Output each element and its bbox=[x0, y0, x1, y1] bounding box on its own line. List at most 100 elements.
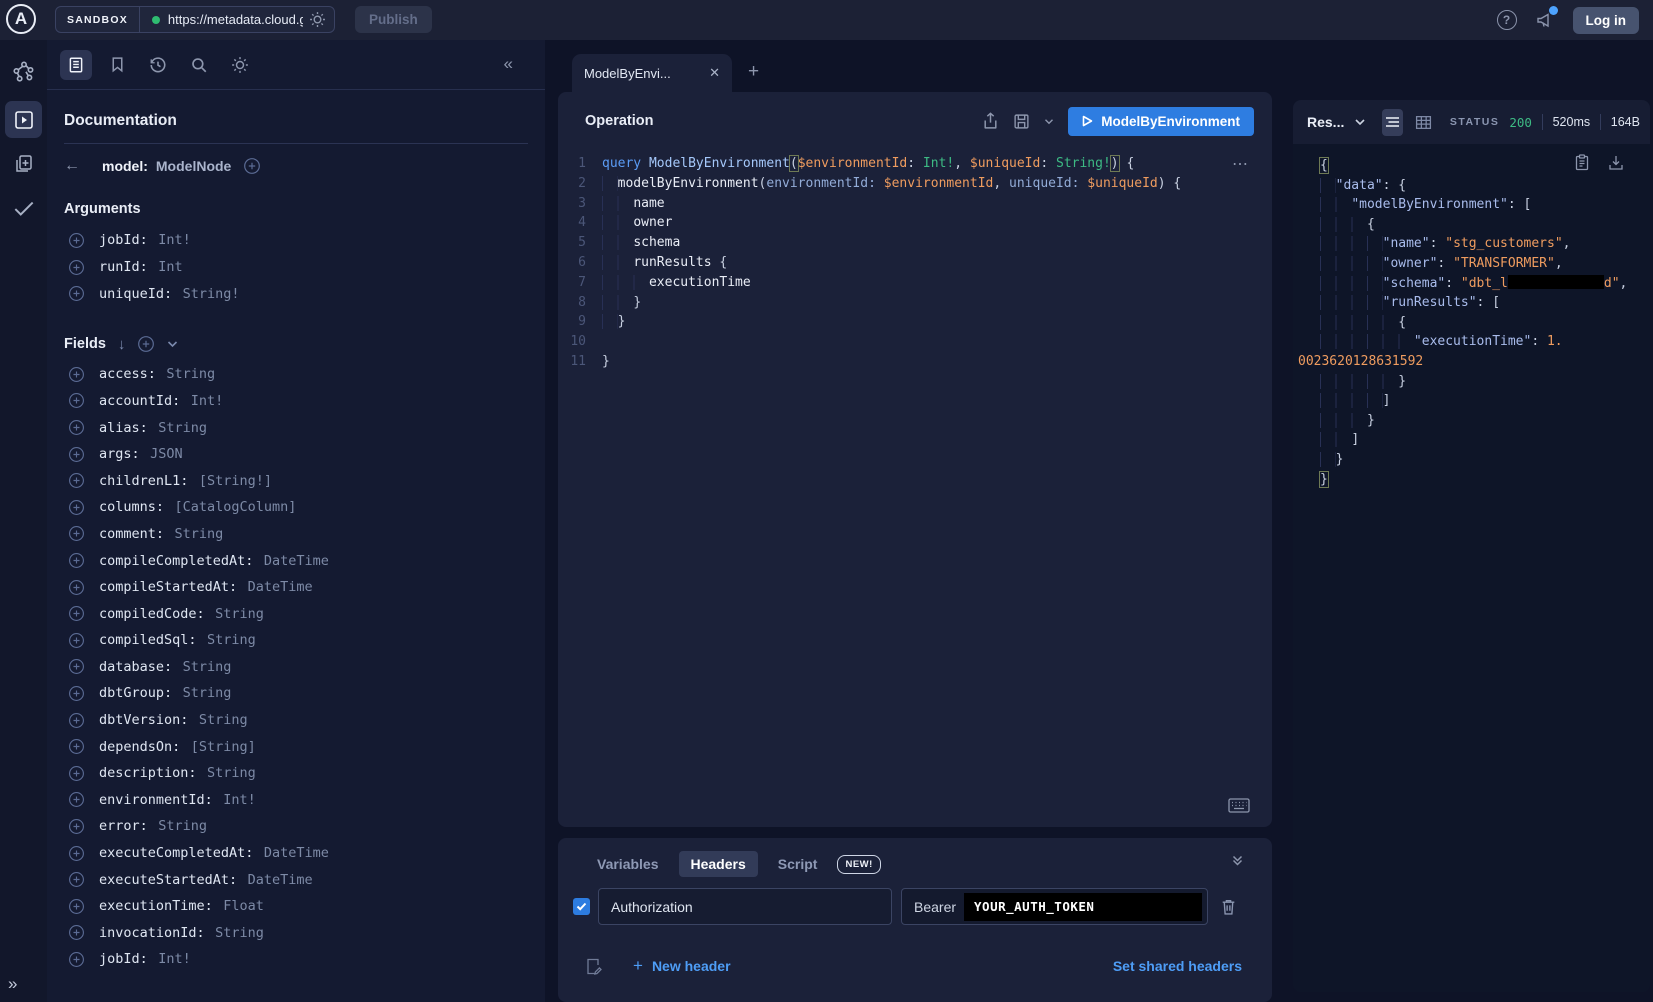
field-row[interactable]: database: String bbox=[64, 654, 528, 681]
add-to-query-icon[interactable] bbox=[68, 472, 85, 489]
field-row[interactable]: compileCompletedAt: DateTime bbox=[64, 547, 528, 574]
save-operation-icon[interactable] bbox=[1013, 113, 1030, 130]
tab-variables[interactable]: Variables bbox=[585, 851, 671, 877]
explorer-icon[interactable] bbox=[5, 101, 42, 138]
add-to-query-icon[interactable] bbox=[68, 924, 85, 941]
table-view-toggle-icon[interactable] bbox=[1415, 114, 1432, 131]
delete-header-icon[interactable] bbox=[1220, 898, 1237, 916]
field-row[interactable]: dbtGroup: String bbox=[64, 680, 528, 707]
login-button[interactable]: Log in bbox=[1573, 7, 1640, 34]
add-to-query-icon[interactable] bbox=[68, 791, 85, 808]
header-value-field[interactable]: Bearer YOUR_AUTH_TOKEN bbox=[901, 888, 1208, 925]
set-shared-headers-link[interactable]: Set shared headers bbox=[1113, 958, 1242, 974]
field-row[interactable]: compileStartedAt: DateTime bbox=[64, 574, 528, 601]
run-operation-button[interactable]: ModelByEnvironment bbox=[1068, 107, 1254, 136]
field-row[interactable]: environmentId: Int! bbox=[64, 787, 528, 814]
add-to-query-icon[interactable] bbox=[68, 685, 85, 702]
field-row[interactable]: columns: [CatalogColumn] bbox=[64, 494, 528, 521]
graph-icon[interactable] bbox=[11, 58, 37, 84]
add-fields-icon[interactable] bbox=[137, 335, 155, 353]
add-all-fields-icon[interactable] bbox=[243, 157, 261, 175]
field-row[interactable]: executeStartedAt: DateTime bbox=[64, 866, 528, 893]
field-row[interactable]: invocationId: String bbox=[64, 920, 528, 947]
field-row[interactable]: dependsOn: [String] bbox=[64, 733, 528, 760]
collapse-docs-icon[interactable]: « bbox=[504, 54, 513, 74]
add-to-query-icon[interactable] bbox=[68, 285, 85, 302]
download-response-icon[interactable] bbox=[1608, 154, 1624, 172]
add-to-query-icon[interactable] bbox=[68, 259, 85, 276]
tab-script[interactable]: Script bbox=[766, 851, 830, 877]
announcements-icon[interactable] bbox=[1535, 10, 1555, 30]
add-to-query-icon[interactable] bbox=[68, 632, 85, 649]
add-to-query-icon[interactable] bbox=[68, 419, 85, 436]
history-tab-icon[interactable] bbox=[142, 50, 174, 80]
field-row[interactable]: description: String bbox=[64, 760, 528, 787]
argument-row[interactable]: jobId: Int! bbox=[64, 227, 528, 254]
keyboard-shortcuts-icon[interactable] bbox=[1228, 798, 1250, 813]
field-row[interactable]: compiledCode: String bbox=[64, 600, 528, 627]
add-to-query-icon[interactable] bbox=[68, 392, 85, 409]
add-to-query-icon[interactable] bbox=[68, 871, 85, 888]
json-view-toggle-icon[interactable] bbox=[1382, 109, 1403, 136]
publish-button[interactable]: Publish bbox=[355, 6, 432, 33]
field-row[interactable]: args: JSON bbox=[64, 441, 528, 468]
add-to-query-icon[interactable] bbox=[68, 658, 85, 675]
new-header-button[interactable]: + New header bbox=[633, 956, 731, 976]
save-dropdown-chevron-icon[interactable] bbox=[1044, 118, 1054, 125]
close-tab-icon[interactable]: ✕ bbox=[709, 65, 720, 81]
response-dropdown-chevron-icon[interactable] bbox=[1354, 118, 1366, 126]
new-tab-icon[interactable]: + bbox=[748, 62, 759, 81]
field-row[interactable]: executionTime: Float bbox=[64, 893, 528, 920]
collapse-attachments-icon[interactable] bbox=[1231, 854, 1244, 866]
header-enabled-checkbox[interactable] bbox=[573, 898, 590, 915]
argument-row[interactable]: runId: Int bbox=[64, 254, 528, 281]
tab-headers[interactable]: Headers bbox=[679, 851, 758, 877]
add-to-query-icon[interactable] bbox=[68, 712, 85, 729]
expand-panel-icon[interactable]: » bbox=[8, 974, 17, 994]
editor-menu-icon[interactable]: ⋯ bbox=[1232, 154, 1250, 174]
field-row[interactable]: dbtVersion: String bbox=[64, 707, 528, 734]
add-to-query-icon[interactable] bbox=[68, 765, 85, 782]
sort-fields-icon[interactable]: ↓ bbox=[118, 336, 126, 353]
settings-tab-icon[interactable] bbox=[224, 50, 256, 80]
add-to-query-icon[interactable] bbox=[68, 951, 85, 968]
share-operation-icon[interactable] bbox=[982, 112, 999, 130]
add-to-query-icon[interactable] bbox=[68, 818, 85, 835]
back-arrow-icon[interactable]: ← bbox=[64, 157, 80, 175]
header-name-input[interactable] bbox=[598, 888, 892, 925]
field-row[interactable]: access: String bbox=[64, 361, 528, 388]
field-row[interactable]: executeCompletedAt: DateTime bbox=[64, 840, 528, 867]
add-to-query-icon[interactable] bbox=[68, 845, 85, 862]
query-editor[interactable]: 1query ModelByEnvironment($environmentId… bbox=[558, 150, 1272, 372]
edit-headers-document-icon[interactable] bbox=[585, 957, 603, 976]
operation-collection-icon[interactable] bbox=[12, 152, 36, 176]
auth-token-value[interactable]: YOUR_AUTH_TOKEN bbox=[964, 893, 1202, 921]
field-row[interactable]: error: String bbox=[64, 813, 528, 840]
field-row[interactable]: accountId: Int! bbox=[64, 388, 528, 415]
copy-response-icon[interactable] bbox=[1574, 154, 1590, 172]
add-to-query-icon[interactable] bbox=[68, 579, 85, 596]
add-to-query-icon[interactable] bbox=[68, 552, 85, 569]
add-to-query-icon[interactable] bbox=[68, 446, 85, 463]
field-row[interactable]: jobId: Int! bbox=[64, 946, 528, 973]
add-to-query-icon[interactable] bbox=[68, 605, 85, 622]
add-to-query-icon[interactable] bbox=[68, 499, 85, 516]
endpoint-settings-gear-icon[interactable] bbox=[309, 11, 326, 28]
field-row[interactable]: alias: String bbox=[64, 414, 528, 441]
model-type[interactable]: ModelNode bbox=[156, 158, 231, 174]
checks-icon[interactable] bbox=[11, 195, 37, 221]
search-tab-icon[interactable] bbox=[183, 50, 215, 80]
add-to-query-icon[interactable] bbox=[68, 898, 85, 915]
add-to-query-icon[interactable] bbox=[68, 525, 85, 542]
endpoint-url-input[interactable]: https://metadata.cloud.get bbox=[168, 12, 303, 27]
add-to-query-icon[interactable] bbox=[68, 738, 85, 755]
add-to-query-icon[interactable] bbox=[68, 232, 85, 249]
field-row[interactable]: childrenL1: [String!] bbox=[64, 467, 528, 494]
response-json-viewer[interactable]: { "data": { "modelByEnvironment": [ { "n… bbox=[1293, 144, 1650, 992]
documentation-tab-icon[interactable] bbox=[60, 50, 92, 80]
field-row[interactable]: compiledSql: String bbox=[64, 627, 528, 654]
bookmarks-tab-icon[interactable] bbox=[101, 50, 133, 80]
apollo-logo-icon[interactable]: A bbox=[6, 4, 36, 34]
add-to-query-icon[interactable] bbox=[68, 366, 85, 383]
help-icon[interactable]: ? bbox=[1497, 10, 1517, 30]
